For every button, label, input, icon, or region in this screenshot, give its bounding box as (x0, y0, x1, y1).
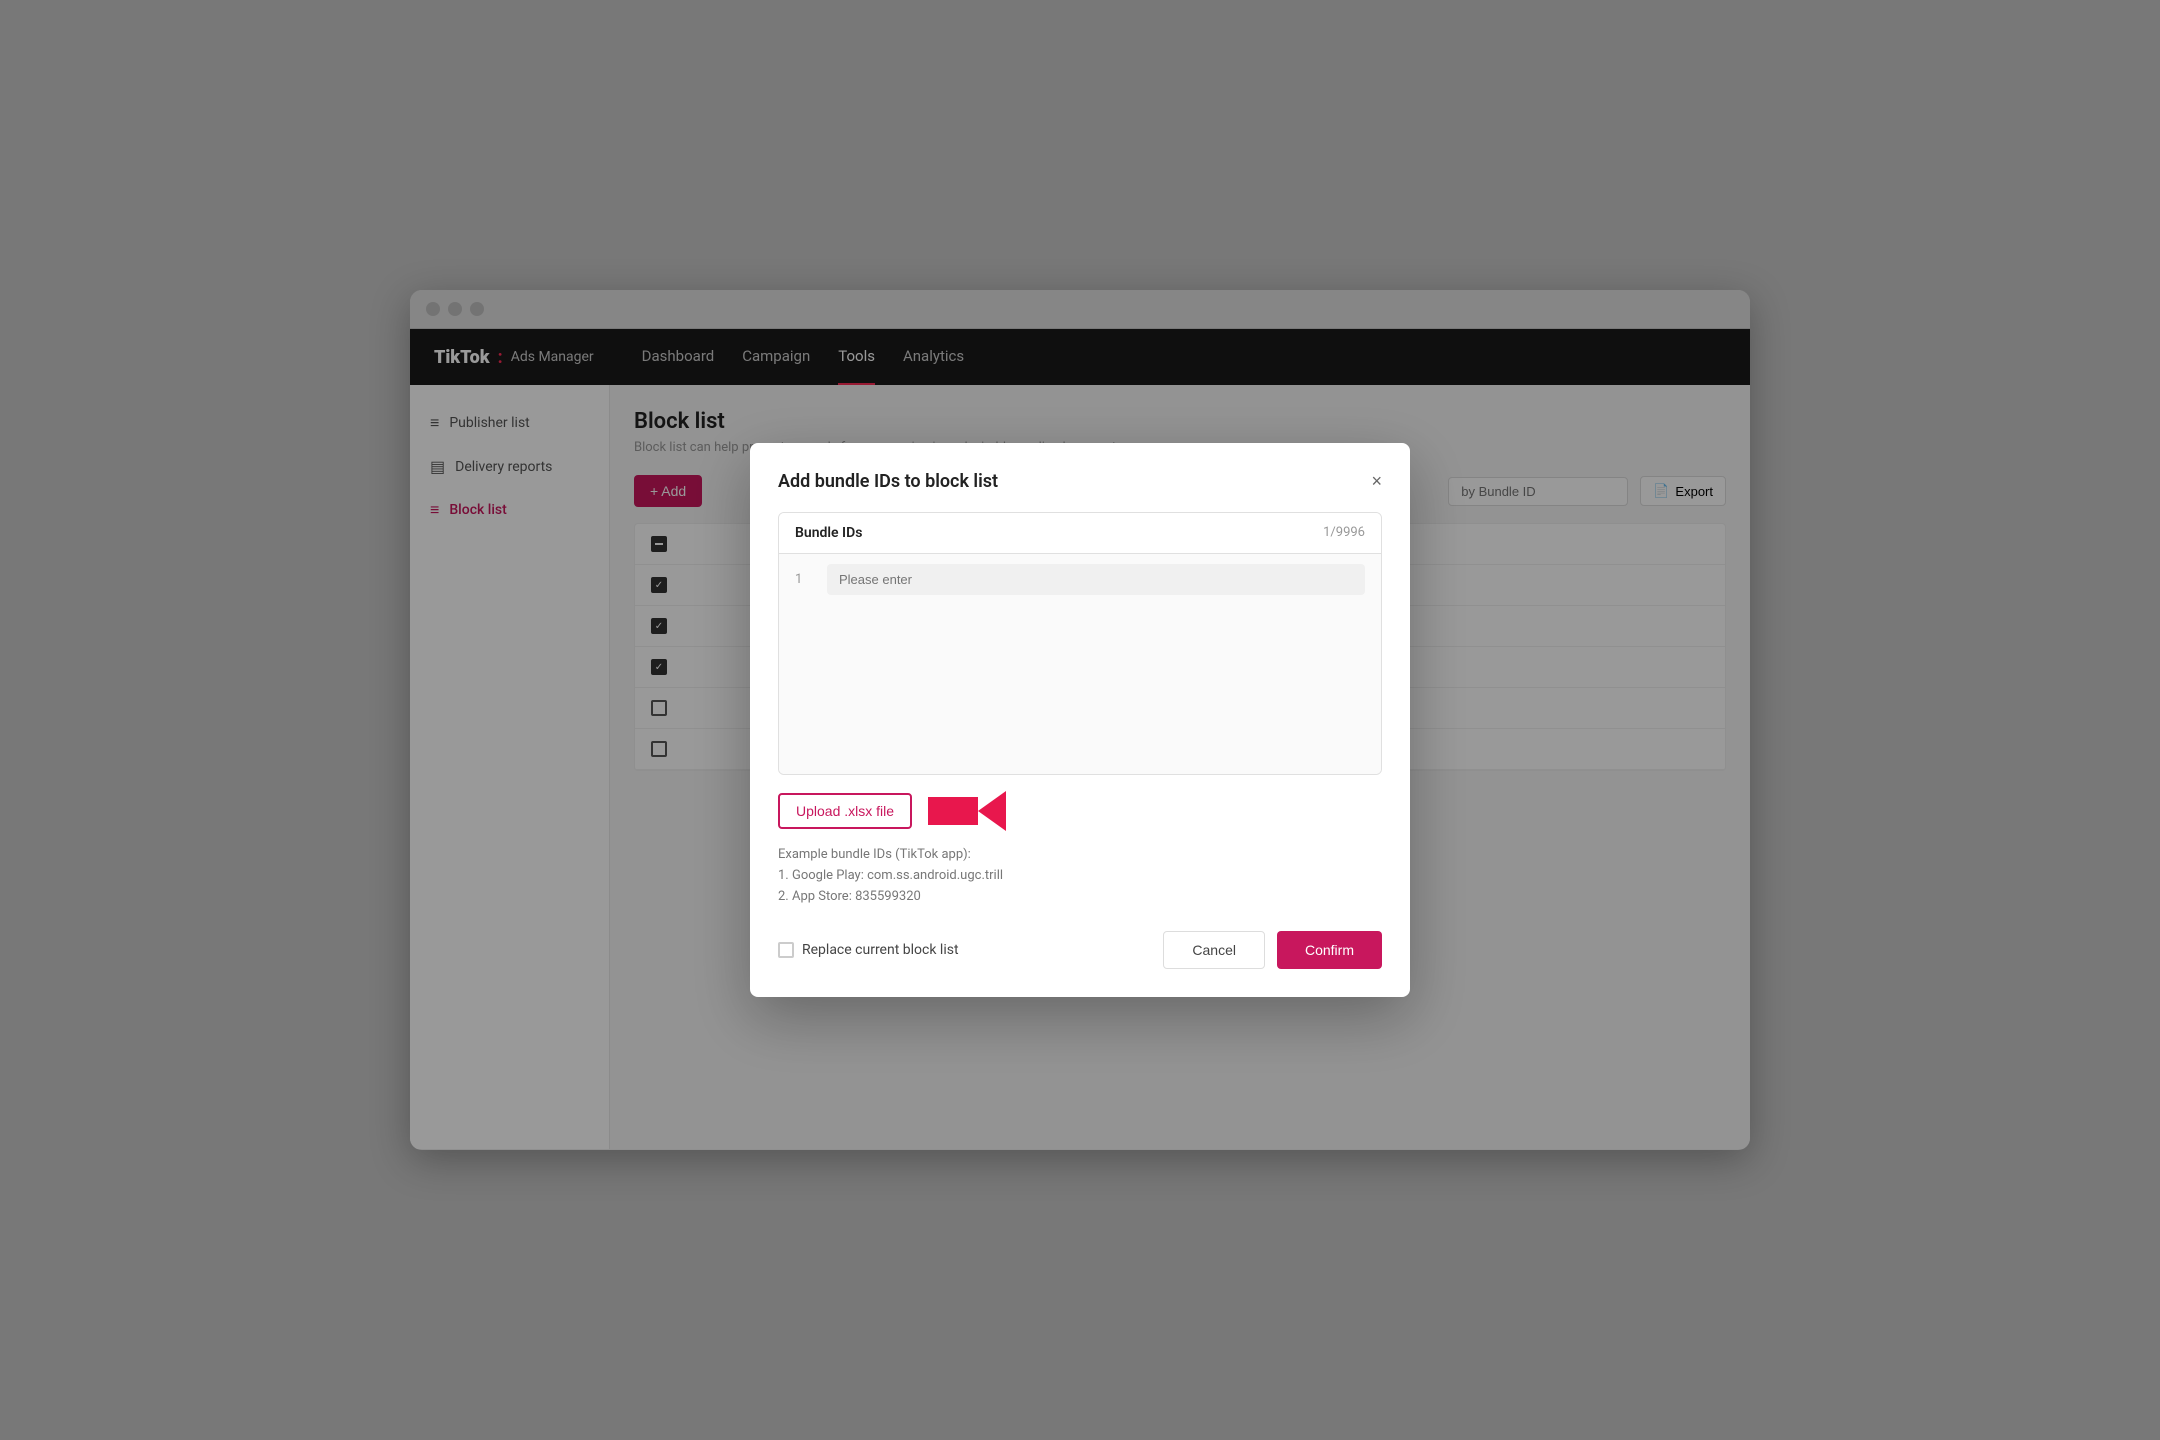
bundle-row-1: 1 (779, 554, 1381, 605)
bundle-ids-header: Bundle IDs 1/9996 (779, 513, 1381, 554)
examples-title: Example bundle IDs (TikTok app): (778, 847, 1382, 862)
modal-overlay: Add bundle IDs to block list × Bundle ID… (0, 0, 2160, 1440)
cancel-button[interactable]: Cancel (1163, 931, 1265, 969)
modal-dialog: Add bundle IDs to block list × Bundle ID… (750, 443, 1410, 998)
replace-option: Replace current block list (778, 942, 959, 958)
bundle-ids-body: 1 (779, 554, 1381, 774)
bundle-ids-section: Bundle IDs 1/9996 1 (778, 512, 1382, 775)
bundle-id-input[interactable] (827, 564, 1365, 595)
arrow-body (928, 797, 978, 825)
modal-header: Add bundle IDs to block list × (778, 471, 1382, 492)
upload-xlsx-button[interactable]: Upload .xlsx file (778, 793, 912, 829)
footer-buttons: Cancel Confirm (1163, 931, 1382, 969)
bundle-ids-label: Bundle IDs (795, 525, 862, 541)
example-1: 1. Google Play: com.ss.android.ugc.trill (778, 866, 1382, 887)
arrow-head (978, 791, 1006, 831)
confirm-button[interactable]: Confirm (1277, 931, 1382, 969)
replace-label: Replace current block list (802, 942, 959, 958)
upload-section: Upload .xlsx file (778, 791, 1382, 831)
row-number: 1 (795, 572, 815, 587)
examples-section: Example bundle IDs (TikTok app): 1. Goog… (778, 847, 1382, 908)
replace-checkbox[interactable] (778, 942, 794, 958)
modal-footer: Replace current block list Cancel Confir… (778, 931, 1382, 969)
bundle-ids-count: 1/9996 (1323, 525, 1365, 540)
arrow-indicator (928, 791, 1006, 831)
modal-title: Add bundle IDs to block list (778, 471, 998, 492)
example-2: 2. App Store: 835599320 (778, 887, 1382, 908)
modal-close-button[interactable]: × (1371, 472, 1382, 490)
